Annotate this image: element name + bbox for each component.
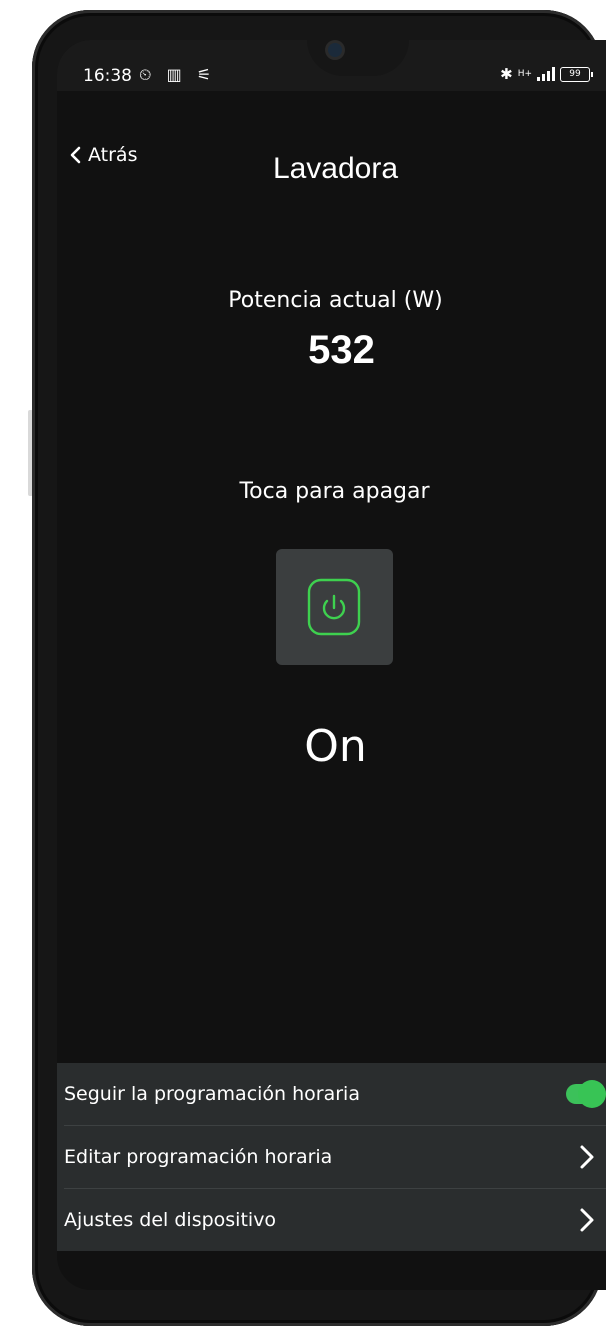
schedule-follow-row[interactable]: Seguir la programación horaria [57,1063,606,1125]
bluetooth-icon: ✱ [500,65,513,83]
status-right: ✱ H+ 99 [500,65,593,83]
toggle-knob [578,1080,606,1108]
power-button[interactable] [276,549,393,665]
schedule-follow-toggle[interactable] [566,1080,606,1108]
power-value: 532 [308,328,375,372]
app-screen: 16:38 ⏲ ▥ ⚟ ✱ H+ 99 Atrás Lavadora Poten… [57,40,606,1290]
power-state: On [304,721,367,772]
settings-list: Seguir la programación horaria Editar pr… [57,1063,606,1251]
device-settings-label: Ajustes del dispositivo [64,1209,277,1231]
battery-icon: 99 [560,66,593,82]
page-title: Lavadora [272,152,399,185]
camera-icon [328,43,342,57]
signal-icon [537,67,555,81]
chevron-right-icon [580,1145,594,1169]
notification-icons: ⏲ ▥ ⚟ [139,65,217,84]
schedule-follow-label: Seguir la programación horaria [64,1083,360,1105]
edit-schedule-row[interactable]: Editar programación horaria [57,1126,606,1188]
device-settings-row[interactable]: Ajustes del dispositivo [57,1189,606,1251]
power-toggle-hint: Toca para apagar [239,479,430,504]
edit-schedule-label: Editar programación horaria [64,1146,333,1168]
chevron-right-icon [580,1208,594,1232]
power-icon [307,578,361,636]
status-time: 16:38 [83,66,132,86]
power-label: Potencia actual (W) [228,288,443,313]
signal-label: H+ [517,69,532,79]
